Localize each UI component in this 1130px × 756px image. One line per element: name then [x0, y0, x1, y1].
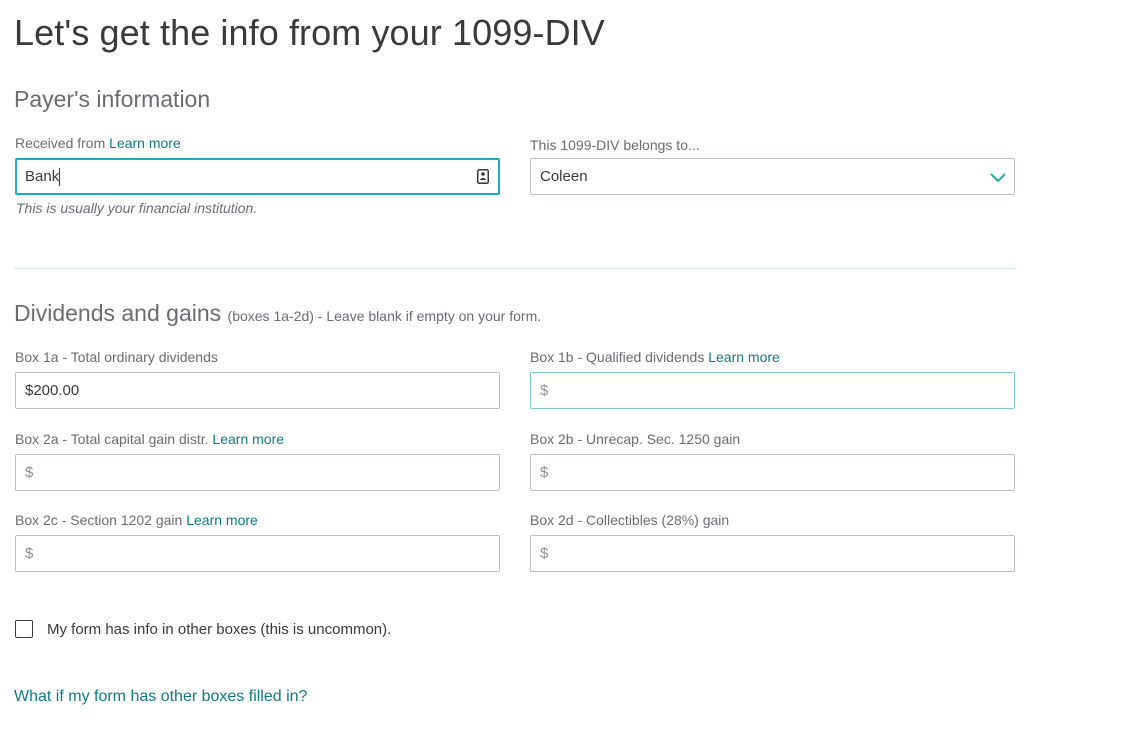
payer-section-heading: Payer's information	[14, 86, 211, 112]
received-from-learn-more-link[interactable]: Learn more	[109, 135, 181, 151]
box-2c-learn-more-link[interactable]: Learn more	[186, 512, 258, 528]
box-1b-placeholder: $	[540, 382, 549, 399]
box-2a-learn-more-link[interactable]: Learn more	[212, 431, 284, 447]
chevron-down-icon	[990, 173, 1006, 183]
box-2b-input[interactable]: $	[530, 454, 1015, 491]
box-2d-label: Box 2d - Collectibles (28%) gain	[530, 512, 730, 528]
belongs-to-value: Coleen	[540, 168, 588, 185]
box-1b-learn-more-link[interactable]: Learn more	[708, 349, 780, 365]
section-divider	[14, 268, 1015, 269]
other-boxes-checkbox[interactable]	[15, 620, 33, 638]
box-1a-label: Box 1a - Total ordinary dividends	[15, 349, 218, 365]
box-2d-input[interactable]: $	[530, 535, 1015, 572]
box-2b-placeholder: $	[540, 464, 549, 481]
page: Let's get the info from your 1099-DIV Pa…	[0, 0, 1130, 756]
dividends-heading-note: (boxes 1a-2d) - Leave blank if empty on …	[227, 308, 542, 324]
box-2c-label-text: Box 2c - Section 1202 gain	[15, 512, 183, 528]
box-2d-placeholder: $	[540, 545, 549, 562]
box-1b-label-text: Box 1b - Qualified dividends	[530, 349, 705, 365]
belongs-to-label: This 1099-DIV belongs to...	[530, 137, 700, 153]
received-from-label: Received from Learn more	[15, 135, 181, 151]
received-from-help-text: This is usually your financial instituti…	[16, 200, 258, 216]
contact-card-icon[interactable]	[477, 169, 489, 184]
box-2a-label-text: Box 2a - Total capital gain distr.	[15, 431, 209, 447]
received-from-value: Bank	[25, 168, 60, 185]
box-2c-input[interactable]: $	[15, 535, 500, 572]
received-from-input[interactable]: Bank	[15, 158, 500, 195]
text-caret	[59, 167, 61, 186]
received-from-label-text: Received from	[15, 135, 106, 151]
dividends-heading-text: Dividends and gains	[14, 300, 222, 326]
box-1a-input[interactable]: $200.00	[15, 372, 500, 409]
belongs-to-select[interactable]: Coleen	[530, 158, 1015, 195]
page-title: Let's get the info from your 1099-DIV	[14, 12, 605, 53]
box-1b-input[interactable]: $	[530, 372, 1015, 409]
box-2c-label: Box 2c - Section 1202 gain Learn more	[15, 512, 258, 528]
other-boxes-checkbox-label[interactable]: My form has info in other boxes (this is…	[47, 621, 391, 638]
box-2a-placeholder: $	[25, 464, 34, 481]
other-boxes-help-link[interactable]: What if my form has other boxes filled i…	[14, 688, 307, 706]
box-2b-label: Box 2b - Unrecap. Sec. 1250 gain	[530, 431, 741, 447]
box-2a-label: Box 2a - Total capital gain distr. Learn…	[15, 431, 284, 447]
box-1a-value: $200.00	[25, 382, 80, 399]
box-1b-label: Box 1b - Qualified dividends Learn more	[530, 349, 780, 365]
box-2c-placeholder: $	[25, 545, 34, 562]
box-2a-input[interactable]: $	[15, 454, 500, 491]
dividends-section-heading: Dividends and gains (boxes 1a-2d) - Leav…	[14, 300, 541, 327]
